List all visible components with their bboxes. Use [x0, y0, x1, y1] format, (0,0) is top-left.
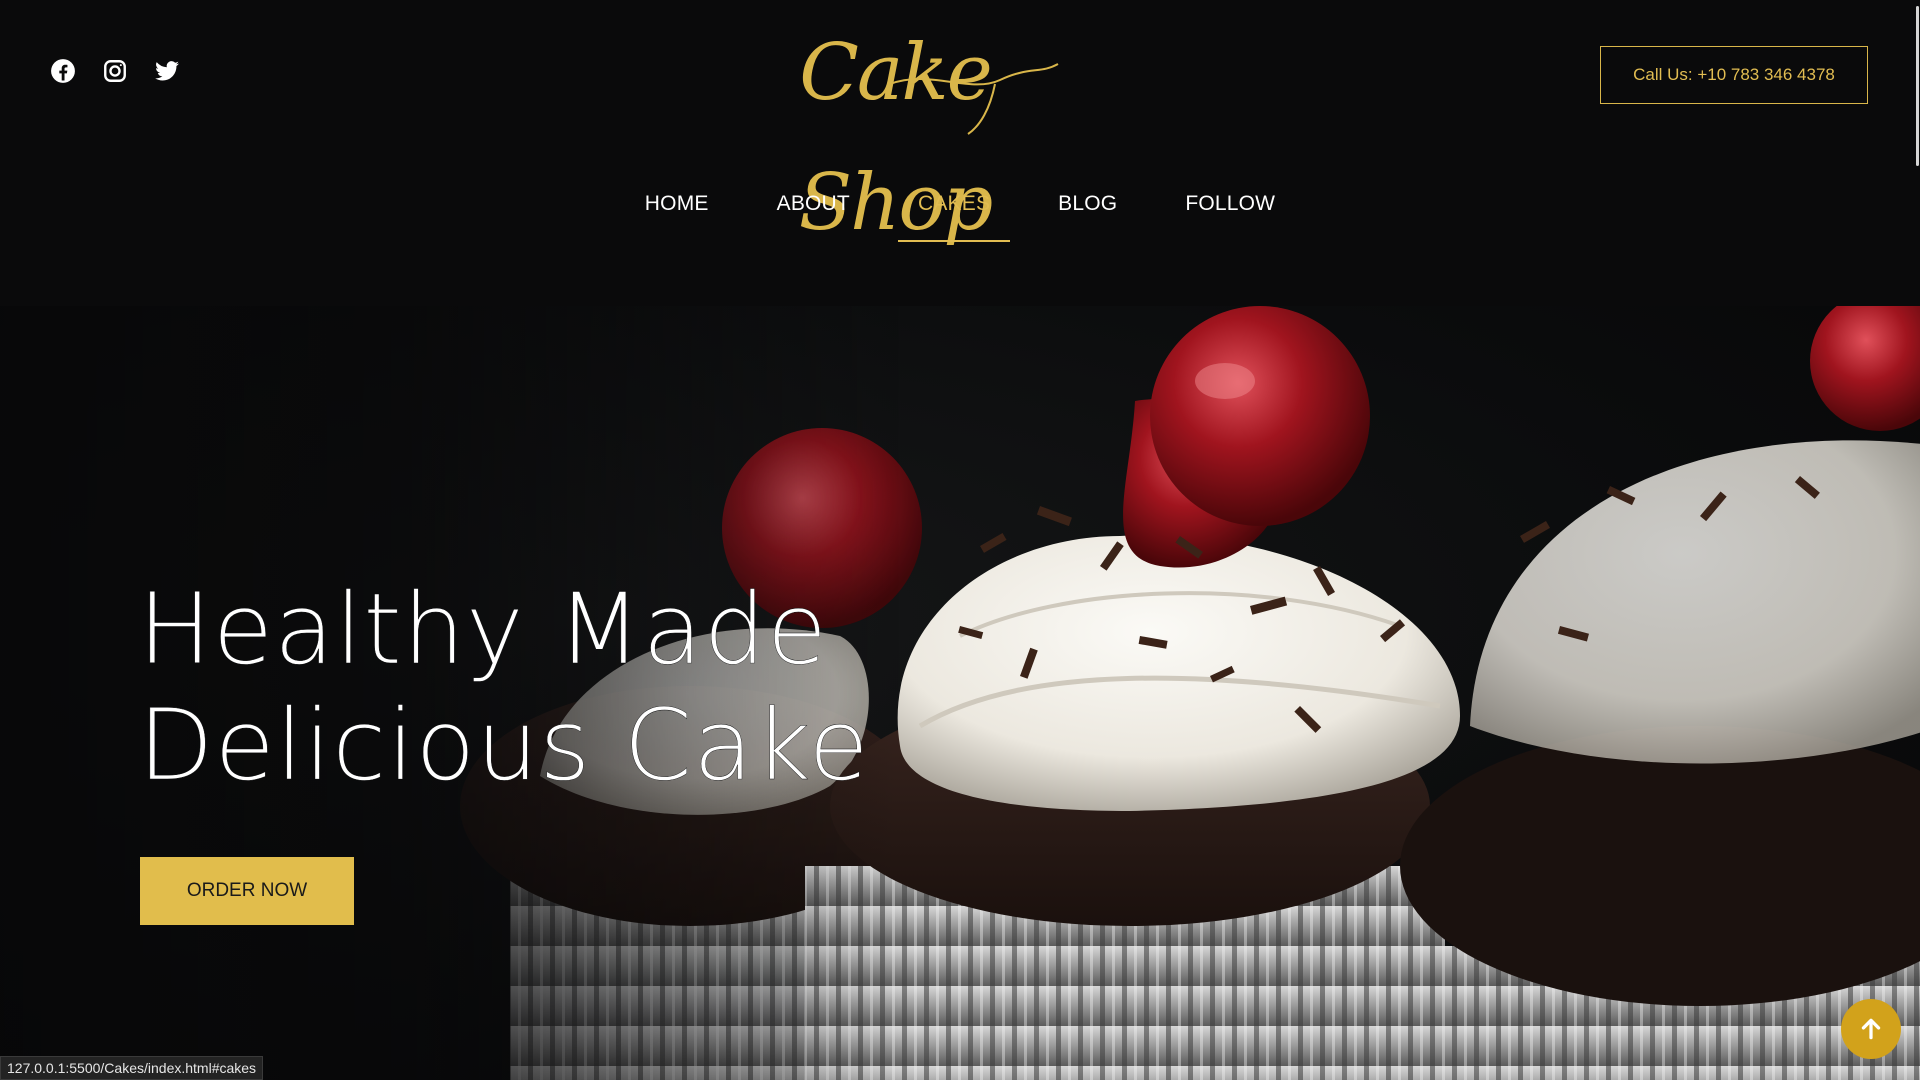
call-us-button[interactable]: Call Us: +10 783 346 4378: [1600, 46, 1868, 104]
arrow-up-icon: [1861, 1018, 1881, 1040]
site-header: Cake Shop Call Us: +10 783 346 4378 HOME…: [0, 0, 1920, 306]
hero-title-line-1: Healthy Made: [138, 573, 829, 687]
hero-title: Healthy Made Delicious Cake: [138, 572, 870, 804]
main-nav: HOME ABOUT CAKES BLOG FOLLOW: [0, 180, 1920, 242]
page: Cake Shop Call Us: +10 783 346 4378 HOME…: [0, 0, 1920, 1080]
page-scrollbar[interactable]: [1914, 0, 1920, 1080]
twitter-icon[interactable]: [154, 58, 180, 84]
nav-item-blog[interactable]: BLOG: [1038, 180, 1137, 242]
nav-item-follow[interactable]: FOLLOW: [1165, 180, 1295, 242]
back-to-top-button[interactable]: [1841, 999, 1901, 1059]
social-links: [50, 58, 180, 84]
instagram-icon[interactable]: [102, 58, 128, 84]
logo[interactable]: Cake Shop: [715, 8, 1075, 248]
nav-item-home[interactable]: HOME: [625, 180, 729, 242]
scrollbar-thumb[interactable]: [1916, 6, 1919, 166]
nav-item-about[interactable]: ABOUT: [757, 180, 870, 242]
browser-status-url: 127.0.0.1:5500/Cakes/index.html#cakes: [0, 1056, 264, 1080]
order-now-button[interactable]: ORDER NOW: [140, 857, 354, 925]
nav-item-cakes[interactable]: CAKES: [897, 180, 1011, 242]
facebook-icon[interactable]: [50, 58, 76, 84]
hero-section: Healthy Made Delicious Cake ORDER NOW: [0, 306, 1920, 1080]
hero-title-line-2: Delicious Cake: [138, 689, 870, 803]
